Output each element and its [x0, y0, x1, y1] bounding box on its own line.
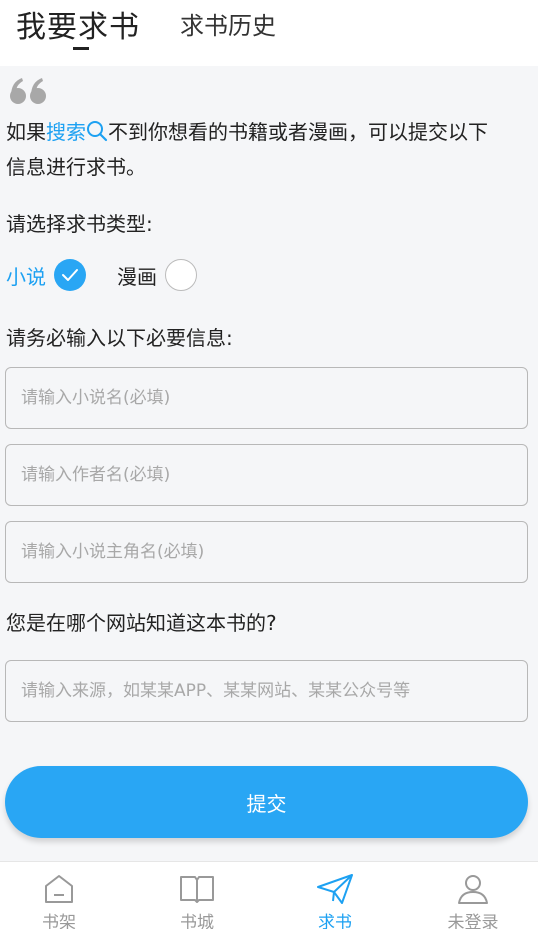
- tabbar-item-bookstore[interactable]: 书城: [130, 862, 264, 929]
- submit-button[interactable]: 提交: [5, 766, 528, 838]
- novel-name-input[interactable]: [5, 367, 528, 429]
- search-link[interactable]: 搜索: [46, 120, 108, 144]
- intro-rest: 不到你想看的书籍或者漫画，可以提交以下: [108, 120, 488, 144]
- book-icon: [178, 872, 216, 906]
- tab-request-book[interactable]: 我要求书: [16, 2, 140, 46]
- tabbar-label-bookstore: 书城: [180, 913, 214, 929]
- source-input[interactable]: [5, 660, 528, 722]
- tabbar-label-bookshelf: 书架: [42, 913, 76, 929]
- tabbar-label-account: 未登录: [447, 913, 499, 929]
- header-bar: 我要求书 求书历史: [0, 0, 538, 66]
- tabbar-item-request[interactable]: 求书: [268, 862, 402, 929]
- search-link-label: 搜索: [46, 120, 86, 144]
- source-section-label: 您是在哪个网站知道这本书的?: [6, 611, 277, 635]
- search-icon: [86, 119, 108, 151]
- required-section-label: 请务必输入以下必要信息:: [6, 326, 233, 350]
- active-tab-indicator: [73, 47, 89, 50]
- radio-label-novel: 小说: [6, 264, 46, 289]
- bottom-tab-bar: 书架 书城 求书 未登录: [0, 861, 538, 929]
- tabbar-label-request: 求书: [318, 913, 352, 929]
- author-name-input[interactable]: [5, 444, 528, 506]
- radio-option-comic[interactable]: 漫画: [117, 258, 197, 292]
- type-radio-group: 小说 漫画: [6, 258, 306, 292]
- tab-request-history[interactable]: 求书历史: [180, 6, 276, 41]
- radio-unchecked-icon[interactable]: [165, 259, 197, 291]
- protagonist-name-input[interactable]: [5, 521, 528, 583]
- radio-checked-icon[interactable]: [54, 259, 86, 291]
- intro-prefix: 如果: [6, 120, 46, 144]
- bookshelf-icon: [42, 872, 76, 906]
- quote-icon: [8, 76, 48, 110]
- user-icon: [456, 872, 490, 906]
- tabbar-item-bookshelf[interactable]: 书架: [0, 862, 126, 929]
- intro-text: 如果搜索 不到你想看的书籍或者漫画，可以提交以下信息进行求书。: [6, 116, 531, 183]
- paper-plane-icon: [315, 872, 355, 906]
- tabbar-item-account[interactable]: 未登录: [406, 862, 538, 929]
- radio-label-comic: 漫画: [117, 264, 157, 289]
- type-section-label: 请选择求书类型:: [6, 212, 153, 236]
- intro-line2: 信息进行求书。: [6, 155, 146, 179]
- radio-option-novel[interactable]: 小说: [6, 258, 86, 292]
